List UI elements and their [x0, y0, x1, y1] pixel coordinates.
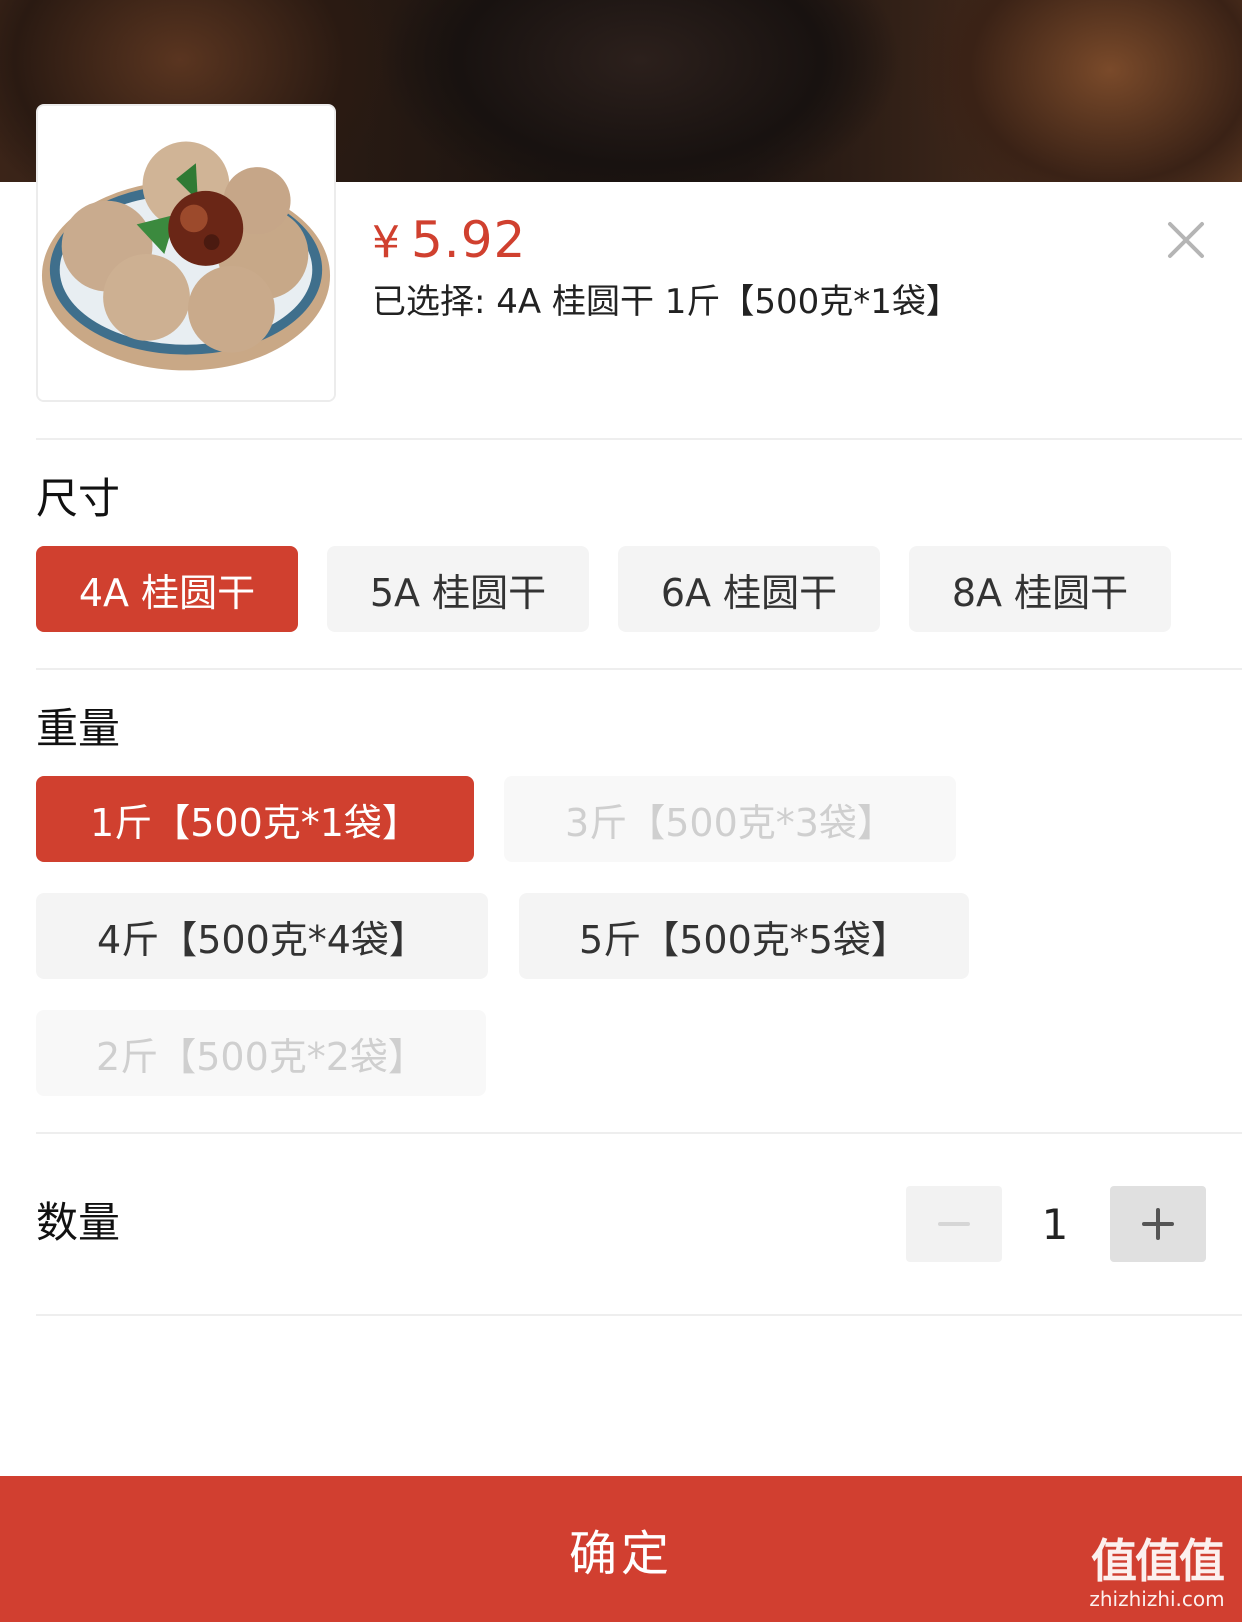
size-option-4a[interactable]: 4A 桂圆干 [36, 546, 298, 632]
divider [36, 438, 1242, 440]
weight-option-4jin[interactable]: 4斤【500克*4袋】 [36, 893, 488, 979]
weight-option-3jin: 3斤【500克*3袋】 [504, 776, 956, 862]
product-price: ¥5.92 [372, 210, 526, 273]
quantity-decrement-button[interactable] [906, 1186, 1002, 1262]
sku-selector-page: ¥5.92 已选择: 4A 桂圆干 1斤【500克*1袋】 尺寸 4A 桂圆干 … [0, 0, 1242, 1622]
size-option-6a[interactable]: 6A 桂圆干 [618, 546, 880, 632]
size-option-8a[interactable]: 8A 桂圆干 [909, 546, 1171, 632]
close-icon [1168, 222, 1204, 258]
longan-bowl-image [38, 106, 334, 400]
divider [36, 1132, 1242, 1134]
close-button[interactable] [1162, 216, 1210, 264]
price-value: 5.92 [411, 211, 527, 269]
divider [36, 1314, 1242, 1316]
product-thumbnail [36, 104, 336, 402]
quantity-increment-button[interactable] [1110, 1186, 1206, 1262]
size-option-5a[interactable]: 5A 桂圆干 [327, 546, 589, 632]
quantity-value[interactable]: 1 [1010, 1186, 1100, 1262]
selected-variant-text: 已选择: 4A 桂圆干 1斤【500克*1袋】 [372, 282, 960, 322]
weight-option-1jin[interactable]: 1斤【500克*1袋】 [36, 776, 474, 862]
minus-icon [938, 1222, 970, 1226]
size-section-title: 尺寸 [36, 474, 121, 523]
currency-symbol: ¥ [372, 217, 401, 268]
plus-icon [1142, 1208, 1174, 1240]
confirm-button[interactable]: 确定 [0, 1476, 1242, 1622]
weight-section-title: 重量 [36, 704, 121, 753]
weight-option-5jin[interactable]: 5斤【500克*5袋】 [519, 893, 969, 979]
weight-option-2jin: 2斤【500克*2袋】 [36, 1010, 486, 1096]
divider [36, 668, 1242, 670]
quantity-label: 数量 [36, 1198, 121, 1247]
